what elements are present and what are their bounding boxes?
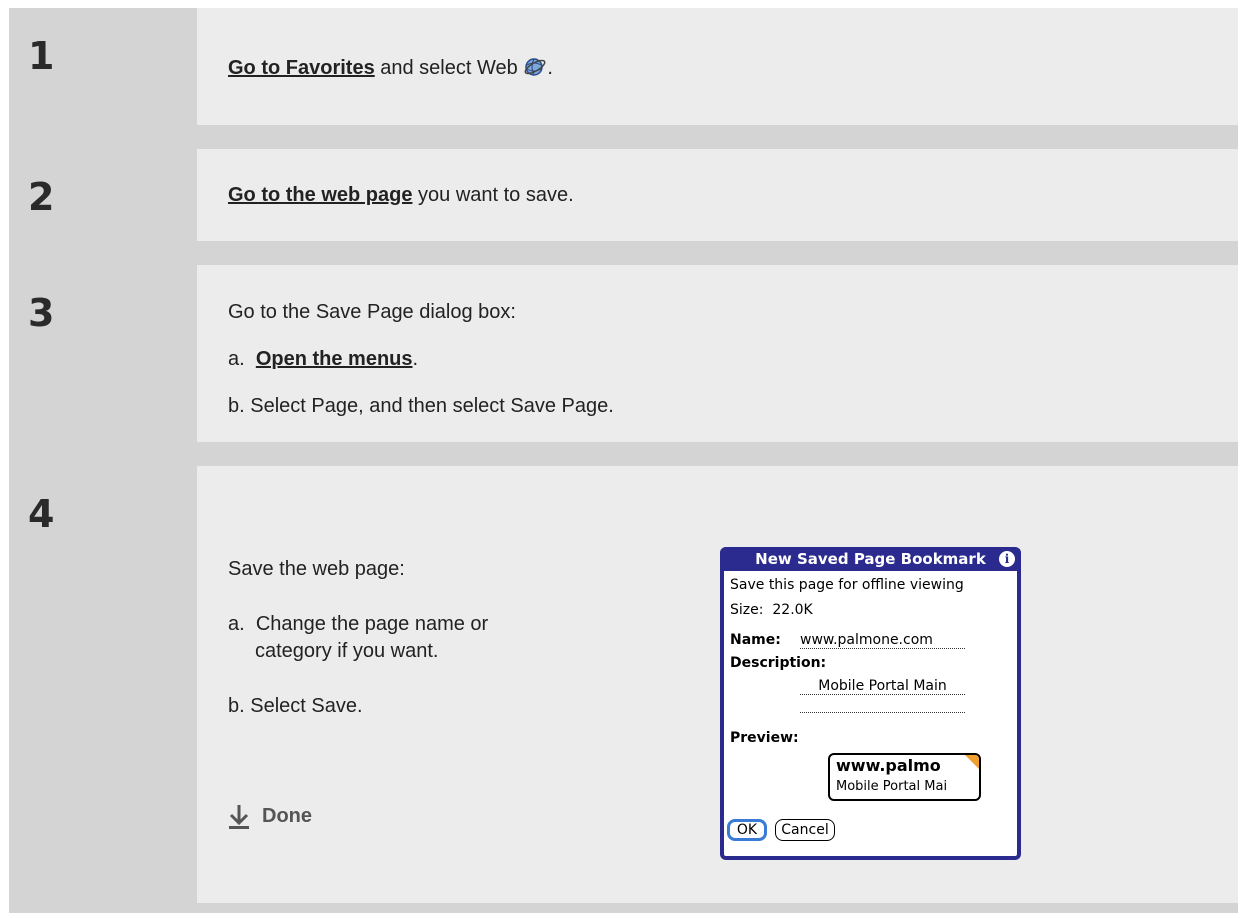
step-4: 4 Save the web page: a. Change the page … bbox=[9, 466, 1238, 903]
size-row: Size: 22.0K bbox=[730, 602, 813, 618]
step-4-substep-b: b. Select Save. bbox=[228, 695, 363, 717]
done-label: Done bbox=[262, 804, 312, 827]
step-4-intro: Save the web page: bbox=[228, 558, 405, 580]
step-number: 4 bbox=[28, 492, 55, 536]
step-1-text: Go to Favorites and select Web . bbox=[228, 57, 553, 79]
step-2: 2 Go to the web page you want to save. bbox=[9, 149, 1238, 241]
ok-button[interactable]: OK bbox=[727, 819, 767, 841]
dialog-title: New Saved Page Bookmark i bbox=[720, 547, 1021, 571]
step-3-substep-a: a. Open the menus. bbox=[228, 348, 419, 370]
go-to-web-page-link[interactable]: Go to the web page bbox=[228, 184, 412, 206]
step-content: Go to the Save Page dialog box: a. Open … bbox=[197, 265, 1238, 442]
preview-title: www.palmo bbox=[836, 756, 941, 775]
dialog-description-line: Save this page for offline viewing bbox=[730, 577, 964, 593]
done-indicator[interactable]: Done bbox=[228, 803, 312, 829]
down-arrow-icon bbox=[229, 805, 249, 829]
open-the-menus-link[interactable]: Open the menus bbox=[256, 348, 413, 370]
size-value: 22.0K bbox=[772, 602, 813, 618]
preview-corner-flag bbox=[964, 755, 979, 770]
step-2-text: Go to the web page you want to save. bbox=[228, 184, 574, 206]
step-content: Save the web page: a. Change the page na… bbox=[197, 466, 1238, 903]
web-globe-icon bbox=[524, 58, 546, 76]
preview-label: Preview: bbox=[730, 730, 799, 746]
step-number: 1 bbox=[28, 34, 55, 78]
step-1: 1 Go to Favorites and select Web . bbox=[9, 8, 1238, 125]
name-label: Name: bbox=[730, 632, 781, 648]
step-4-substep-a: a. Change the page name or bbox=[228, 613, 489, 635]
preview-subtitle: Mobile Portal Mai bbox=[836, 779, 948, 794]
step-3: 3 Go to the Save Page dialog box: a. Ope… bbox=[9, 265, 1238, 442]
go-to-favorites-link[interactable]: Go to Favorites bbox=[228, 57, 375, 79]
step-content: Go to Favorites and select Web . bbox=[197, 8, 1238, 125]
description-field[interactable]: Mobile Portal Main bbox=[800, 678, 965, 695]
description-label: Description: bbox=[730, 655, 827, 671]
description-field-line2[interactable] bbox=[800, 698, 965, 713]
step-content: Go to the web page you want to save. bbox=[197, 149, 1238, 241]
step-number: 3 bbox=[28, 291, 55, 335]
cancel-button[interactable]: Cancel bbox=[775, 819, 835, 841]
info-icon[interactable]: i bbox=[999, 551, 1015, 567]
step-4-substep-a-cont: category if you want. bbox=[255, 640, 439, 662]
step-3-substep-b: b. Select Page, and then select Save Pag… bbox=[228, 395, 614, 417]
save-page-dialog: New Saved Page Bookmark i Save this page… bbox=[720, 547, 1021, 860]
step-number: 2 bbox=[28, 175, 55, 219]
preview-thumbnail[interactable]: www.palmo Mobile Portal Mai bbox=[828, 753, 981, 801]
step-3-intro: Go to the Save Page dialog box: bbox=[228, 301, 516, 323]
name-field[interactable]: www.palmone.com bbox=[800, 632, 965, 649]
